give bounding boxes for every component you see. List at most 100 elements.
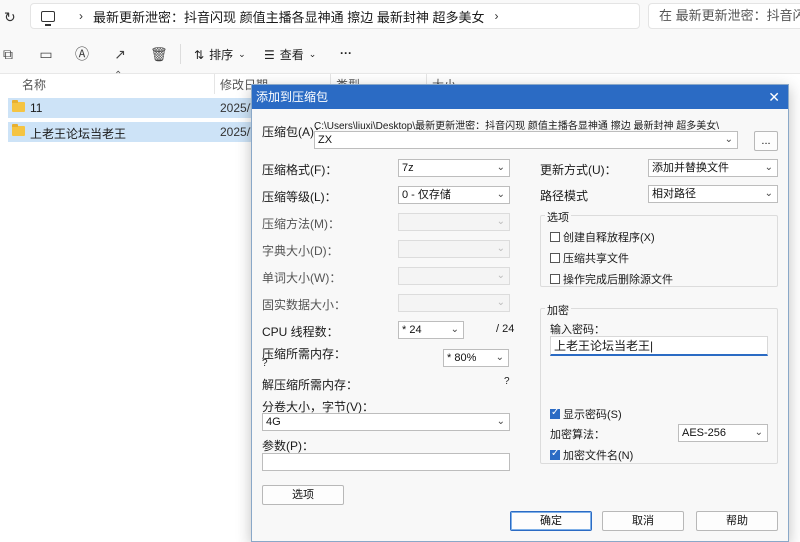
cpu-select[interactable]: * 24 ⌄	[398, 321, 464, 339]
chevron-down-icon: ⌄	[238, 49, 246, 59]
format-select[interactable]: 7z ⌄	[398, 159, 510, 177]
close-icon[interactable]: ✕	[768, 85, 780, 109]
mem-decomp-value: ?	[504, 376, 510, 387]
enc-method-label: 加密算法：	[550, 429, 605, 441]
text-cursor: |	[650, 339, 654, 353]
delete-source-label: 操作完成后删除源文件	[563, 274, 673, 286]
chevron-down-icon: ⌄	[450, 324, 459, 335]
chevron-down-icon: ⌄	[496, 297, 505, 308]
dialog-body: 压缩包(A)： C:\Users\liuxi\Desktop\最新更新泄密：抖音…	[252, 109, 788, 541]
word-select: ⌄	[398, 267, 510, 285]
volume-value: 4G	[266, 416, 281, 428]
mem-comp-select[interactable]: * 80% ⌄	[443, 349, 509, 367]
chevron-down-icon: ⌄	[496, 162, 505, 173]
address-bar-region: ↻ › 最新更新泄密：抖音闪现 颜值主播各显神通 擦边 最新封神 超多美女 › …	[0, 0, 800, 34]
enc-method-value: AES-256	[682, 427, 727, 439]
level-label: 压缩等级(L)：	[262, 190, 337, 204]
mem-decomp-label: 解压缩所需内存：	[262, 378, 359, 392]
path-mode-label: 路径模式	[540, 189, 589, 203]
column-header-name[interactable]: 名称	[22, 76, 46, 93]
folder-icon	[12, 124, 25, 136]
sort-button[interactable]: ⇅ 排序 ⌄	[194, 46, 246, 63]
dict-select: ⌄	[398, 240, 510, 258]
mem-comp-q: ?	[262, 358, 268, 369]
chevron-down-icon: ⌄	[496, 243, 505, 254]
shared-label: 压缩共享文件	[563, 253, 629, 265]
rename-icon[interactable]: Ⓐ	[74, 46, 90, 62]
paste-icon[interactable]: ▭	[38, 46, 54, 62]
refresh-icon[interactable]: ↻	[4, 9, 16, 26]
mem-comp-value: * 80%	[447, 352, 477, 364]
copy-icon[interactable]: ⧉	[0, 46, 16, 62]
explorer-toolbar: ⧉ ▭ Ⓐ ↗ 🗑 ⇅ 排序 ⌄ ☰ 查看 ⌄ ···	[0, 34, 800, 74]
chevron-down-icon: ⌄	[496, 416, 505, 427]
cpu-label: CPU 线程数：	[262, 325, 339, 339]
update-value: 添加并替换文件	[652, 162, 729, 174]
delete-icon[interactable]: 🗑	[150, 46, 168, 62]
path-mode-select[interactable]: 相对路径 ⌄	[648, 185, 778, 203]
sort-label: 排序	[209, 48, 234, 62]
enc-method-select[interactable]: AES-256 ⌄	[678, 424, 768, 442]
search-input[interactable]: 在 最新更新泄密：抖音闪现	[648, 3, 800, 29]
help-button[interactable]: 帮助	[696, 511, 778, 531]
encrypt-names-checkbox[interactable]: 加密文件名(N)	[550, 447, 633, 463]
delete-source-checkbox[interactable]: 操作完成后删除源文件	[550, 271, 673, 287]
volume-select[interactable]: 4G ⌄	[262, 413, 510, 431]
solid-select: ⌄	[398, 294, 510, 312]
chevron-down-icon[interactable]: ⌄	[725, 132, 733, 148]
ok-button[interactable]: 确定	[510, 511, 592, 531]
address-bar[interactable]: › 最新更新泄密：抖音闪现 颜值主播各显神通 擦边 最新封神 超多美女 ›	[30, 3, 640, 29]
show-password-checkbox[interactable]: 显示密码(S)	[550, 406, 622, 422]
shared-checkbox[interactable]: 压缩共享文件	[550, 250, 629, 266]
chevron-down-icon: ⌄	[496, 270, 505, 281]
chevron-down-icon: ⌄	[764, 188, 773, 199]
more-button[interactable]: ···	[340, 46, 352, 60]
params-input[interactable]	[262, 453, 510, 471]
view-button[interactable]: ☰ 查看 ⌄	[264, 46, 316, 63]
file-row[interactable]: 11 2025/7	[8, 98, 257, 118]
folder-icon	[12, 100, 25, 112]
password-label: 输入密码：	[550, 324, 605, 336]
options-button[interactable]: 选项	[262, 485, 344, 505]
sfx-label: 创建自释放程序(X)	[563, 232, 655, 244]
toolbar-divider	[180, 44, 181, 64]
cancel-button[interactable]: 取消	[602, 511, 684, 531]
sort-arrow-icon: ⌃	[114, 70, 123, 81]
password-input[interactable]: 上老王论坛当老王|	[550, 336, 768, 356]
checkbox-checked-icon	[550, 448, 560, 460]
chevron-down-icon: ⌄	[495, 352, 504, 363]
dialog-titlebar[interactable]: 添加到压缩包 ✕	[252, 85, 788, 109]
method-select: ⌄	[398, 213, 510, 231]
params-label: 参数(P)：	[262, 439, 314, 453]
chevron-down-icon: ⌄	[308, 49, 317, 59]
chevron-down-icon: ⌄	[496, 189, 505, 200]
view-icon: ☰	[264, 47, 275, 62]
chevron-down-icon: ⌄	[764, 162, 773, 173]
solid-label: 固实数据大小：	[262, 298, 347, 312]
file-row[interactable]: 上老王论坛当老王 2025/7	[8, 122, 257, 142]
checkbox-icon	[550, 253, 560, 263]
checkbox-icon	[550, 232, 560, 242]
browse-button[interactable]: ...	[754, 131, 778, 151]
cpu-value: * 24	[402, 324, 422, 336]
level-value: 0 - 仅存储	[402, 189, 451, 201]
level-select[interactable]: 0 - 仅存储 ⌄	[398, 186, 510, 204]
mem-comp-label: 压缩所需内存：	[262, 347, 347, 361]
update-label: 更新方式(U)：	[540, 163, 617, 177]
chevron-right-icon[interactable]: ›	[494, 9, 498, 23]
sfx-checkbox[interactable]: 创建自释放程序(X)	[550, 229, 655, 245]
method-label: 压缩方法(M)：	[262, 217, 340, 231]
format-value: 7z	[402, 162, 414, 174]
chevron-down-icon: ⌄	[496, 216, 505, 227]
update-select[interactable]: 添加并替换文件 ⌄	[648, 159, 778, 177]
archive-name-value: ZX	[318, 134, 333, 146]
options-group-title: 选项	[545, 209, 571, 225]
encryption-group-title: 加密	[545, 302, 571, 318]
password-value: 上老王论坛当老王	[554, 339, 651, 353]
breadcrumb[interactable]: 最新更新泄密：抖音闪现 颜值主播各显神通 擦边 最新封神 超多美女	[93, 7, 484, 26]
chevron-right-icon: ›	[79, 9, 83, 23]
archive-name-combo[interactable]: ZX ⌄	[314, 131, 738, 149]
cpu-max: / 24	[496, 323, 515, 335]
computer-icon	[41, 10, 55, 26]
share-icon[interactable]: ↗	[112, 46, 128, 62]
